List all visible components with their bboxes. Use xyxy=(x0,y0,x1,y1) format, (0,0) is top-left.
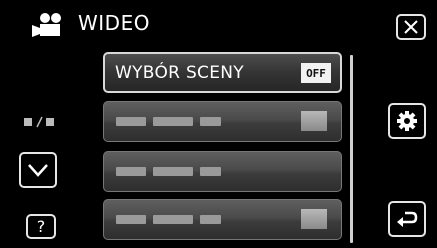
back-button[interactable] xyxy=(388,201,426,237)
menu-item-scene-select[interactable]: WYBÓR SCENY OFF xyxy=(103,52,342,93)
menu-item-label: WYBÓR SCENY xyxy=(115,63,244,83)
help-button[interactable]: ? xyxy=(26,214,56,239)
video-camera-icon xyxy=(32,13,61,37)
placeholder-text xyxy=(153,215,193,224)
placeholder-badge xyxy=(301,111,327,131)
page-indicator-icon xyxy=(24,116,54,128)
chevron-down-icon xyxy=(28,164,48,177)
close-button[interactable] xyxy=(396,14,426,40)
menu-item-2[interactable] xyxy=(103,101,342,142)
menu-item-4[interactable] xyxy=(103,199,342,240)
return-icon xyxy=(397,211,418,227)
gear-icon xyxy=(397,111,417,131)
page-title: WIDEO xyxy=(78,11,150,35)
settings-button[interactable] xyxy=(388,103,426,139)
close-icon xyxy=(404,20,418,34)
help-label: ? xyxy=(36,216,46,236)
placeholder-badge xyxy=(301,209,327,229)
placeholder-text xyxy=(116,167,146,176)
placeholder-text xyxy=(153,117,193,126)
placeholder-text xyxy=(153,167,193,176)
placeholder-text xyxy=(116,215,146,224)
scroll-down-button[interactable] xyxy=(19,152,57,188)
menu-item-3[interactable] xyxy=(103,151,342,192)
placeholder-text xyxy=(200,117,221,126)
scrollbar[interactable] xyxy=(350,55,353,243)
placeholder-text xyxy=(200,215,221,224)
off-badge: OFF xyxy=(301,63,331,83)
placeholder-text xyxy=(116,117,146,126)
placeholder-text xyxy=(200,167,221,176)
